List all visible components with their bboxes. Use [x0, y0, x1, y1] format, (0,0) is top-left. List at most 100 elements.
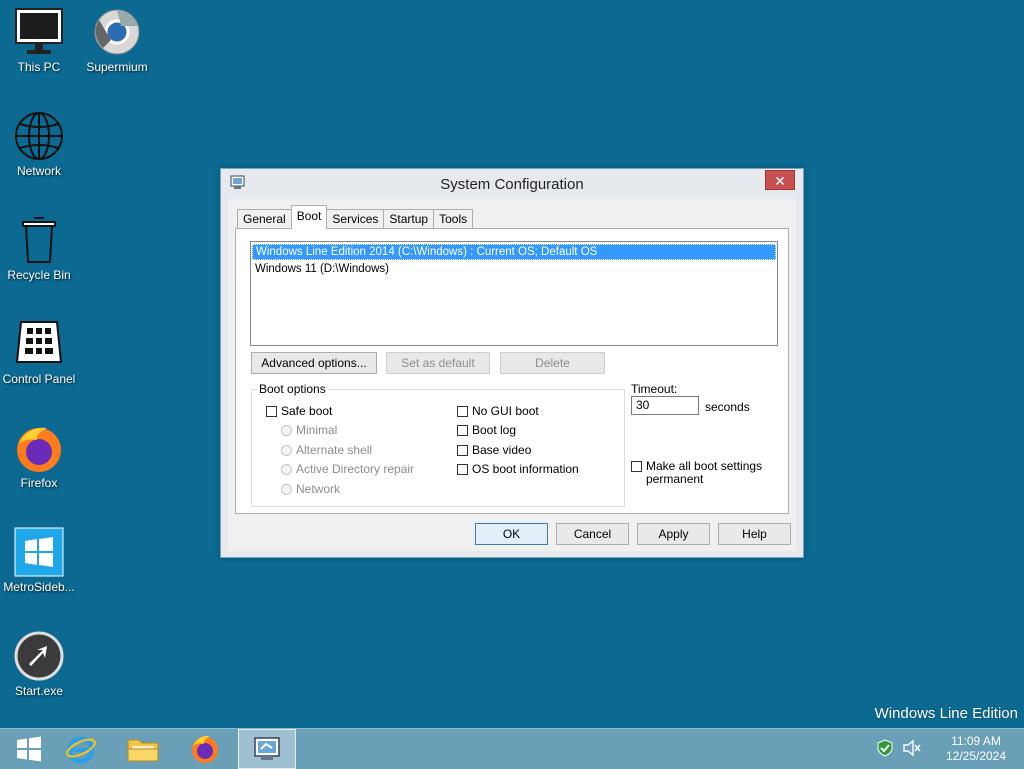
desktop-icon-label: Control Panel: [2, 372, 76, 386]
tab-general[interactable]: General: [237, 209, 292, 229]
system-configuration-window[interactable]: System Configuration ✕ General Boot Serv…: [220, 168, 804, 558]
desktop-icon-label: This PC: [17, 60, 61, 74]
browser-icon: [91, 6, 143, 58]
close-button[interactable]: ✕: [765, 170, 795, 190]
desktop-icon-label: MetroSideb...: [3, 580, 75, 594]
boot-log-label: Boot log: [472, 423, 517, 437]
firefox-icon: [13, 422, 65, 474]
no-gui-boot-option[interactable]: No GUI boot: [457, 404, 539, 418]
boot-tab-panel: Windows Line Edition 2014 (C:\Windows) :…: [235, 228, 789, 514]
start-arrow-icon: [13, 630, 65, 682]
ad-repair-option[interactable]: Active Directory repair: [281, 462, 414, 476]
tab-strip: General Boot Services Startup Tools: [237, 205, 474, 229]
volume-muted-icon[interactable]: [902, 739, 922, 760]
boot-log-checkbox[interactable]: [457, 424, 468, 436]
desktop-icon-label: Network: [16, 164, 61, 178]
safe-boot-option[interactable]: Safe boot: [266, 404, 332, 418]
trash-icon: [13, 214, 65, 266]
globe-icon: [13, 110, 65, 162]
make-permanent-label-line1: Make all boot settings: [646, 459, 763, 473]
boot-log-option[interactable]: Boot log: [457, 423, 516, 437]
ad-repair-label: Active Directory repair: [296, 462, 415, 476]
desktop-icon-start-exe[interactable]: Start.exe: [1, 630, 77, 698]
safe-boot-label: Safe boot: [281, 404, 333, 418]
folder-icon: [127, 739, 159, 762]
alternate-shell-option[interactable]: Alternate shell: [281, 443, 372, 457]
tab-startup[interactable]: Startup: [383, 209, 435, 229]
tab-services[interactable]: Services: [326, 209, 385, 229]
taskbar-file-explorer[interactable]: [114, 729, 172, 769]
tab-tools[interactable]: Tools: [433, 209, 474, 229]
os-boot-info-label: OS boot information: [472, 462, 579, 476]
ad-repair-radio[interactable]: [281, 463, 292, 475]
firefox-icon: [192, 735, 218, 763]
base-video-option[interactable]: Base video: [457, 443, 531, 457]
no-gui-boot-checkbox[interactable]: [457, 405, 468, 417]
system-tray: 11:09 AM 12/25/2024: [876, 729, 1024, 769]
make-permanent-label-line2: permanent: [646, 472, 704, 486]
dialog-body: General Boot Services Startup Tools Wind…: [228, 199, 796, 551]
set-default-button[interactable]: Set as default: [386, 352, 490, 374]
desktop-icon-label: Supermium: [86, 60, 148, 74]
taskbar-internet-explorer[interactable]: [52, 729, 110, 769]
taskbar-clock[interactable]: 11:09 AM 12/25/2024: [936, 734, 1016, 764]
desktop-icon-supermium[interactable]: Supermium: [79, 6, 155, 74]
control-panel-icon: [13, 318, 65, 370]
os-list-item-windows11[interactable]: Windows 11 (D:\Windows): [252, 262, 776, 276]
windows-logo-icon: [17, 736, 41, 762]
apply-button[interactable]: Apply: [637, 523, 710, 545]
timeout-unit-label: seconds: [705, 400, 750, 414]
minimal-label: Minimal: [296, 423, 338, 437]
window-title: System Configuration: [440, 176, 584, 193]
network-option[interactable]: Network: [281, 482, 340, 496]
desktop-icon-firefox[interactable]: Firefox: [1, 422, 77, 490]
os-list-item-current[interactable]: Windows Line Edition 2014 (C:\Windows) :…: [252, 244, 776, 260]
base-video-checkbox[interactable]: [457, 444, 468, 456]
security-center-icon[interactable]: [876, 738, 894, 760]
safe-boot-checkbox[interactable]: [266, 405, 277, 417]
desktop-icon-control-panel[interactable]: Control Panel: [1, 318, 77, 386]
desktop-icon-this-pc[interactable]: This PC: [1, 6, 77, 74]
taskbar-firefox[interactable]: [176, 729, 234, 769]
network-radio[interactable]: [281, 483, 292, 495]
title-bar[interactable]: System Configuration ✕: [221, 169, 803, 199]
desktop-icon-label: Recycle Bin: [7, 268, 71, 282]
cancel-button[interactable]: Cancel: [556, 523, 629, 545]
help-button[interactable]: Help: [718, 523, 791, 545]
clock-time: 11:09 AM: [951, 734, 1001, 748]
internet-explorer-icon: [66, 736, 96, 764]
alternate-shell-radio[interactable]: [281, 444, 292, 456]
no-gui-boot-label: No GUI boot: [472, 404, 539, 418]
alternate-shell-label: Alternate shell: [296, 443, 373, 457]
taskbar-system-configuration[interactable]: [238, 729, 296, 769]
windows-tile-icon: [13, 526, 65, 578]
msconfig-icon: [254, 737, 280, 760]
desktop-icon-metrosidebar[interactable]: MetroSideb...: [1, 526, 77, 594]
minimal-radio[interactable]: [281, 424, 292, 436]
desktop-icon-label: Firefox: [20, 476, 58, 490]
os-boot-info-checkbox[interactable]: [457, 463, 468, 475]
desktop-icon-network[interactable]: Network: [1, 110, 77, 178]
make-permanent-option[interactable]: Make all boot settings permanent: [631, 460, 762, 486]
start-button[interactable]: [0, 729, 58, 769]
delete-button[interactable]: Delete: [500, 352, 605, 374]
desktop-icon-label: Start.exe: [14, 684, 64, 698]
make-permanent-checkbox[interactable]: [631, 461, 642, 472]
make-permanent-label: Make all boot settings permanent: [646, 460, 762, 486]
tab-boot[interactable]: Boot: [290, 205, 328, 229]
clock-date: 12/25/2024: [945, 749, 1007, 763]
edition-watermark: Windows Line Edition: [874, 705, 1018, 722]
timeout-input[interactable]: 30: [631, 396, 699, 415]
taskbar: 11:09 AM 12/25/2024: [0, 728, 1024, 769]
desktop-icon-recycle-bin[interactable]: Recycle Bin: [1, 214, 77, 282]
os-list[interactable]: Windows Line Edition 2014 (C:\Windows) :…: [250, 241, 778, 346]
ok-button[interactable]: OK: [475, 523, 548, 545]
monitor-icon: [13, 6, 65, 58]
network-label: Network: [296, 482, 341, 496]
os-boot-info-option[interactable]: OS boot information: [457, 462, 579, 476]
boot-options-legend: Boot options: [257, 382, 328, 396]
advanced-options-button[interactable]: Advanced options...: [251, 352, 377, 374]
timeout-label: Timeout:: [631, 382, 678, 396]
minimal-option[interactable]: Minimal: [281, 423, 337, 437]
base-video-label: Base video: [472, 443, 532, 457]
